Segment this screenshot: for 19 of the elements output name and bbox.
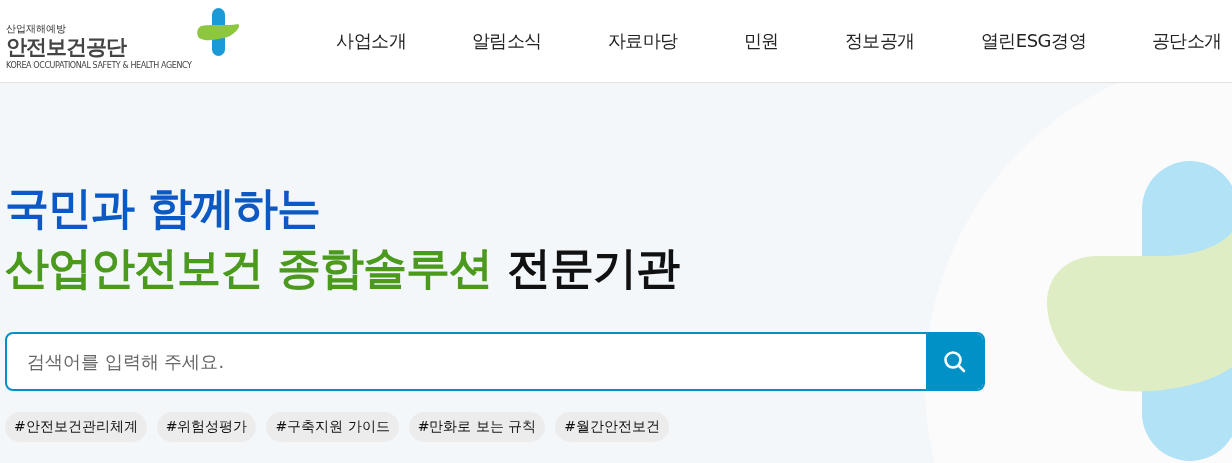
hashtag-chip[interactable]: #구축지원 가이드 (266, 412, 399, 442)
search-icon (942, 349, 967, 374)
headline: 산업안전보건 종합솔루션 전문기관 (5, 241, 681, 295)
logo-tagline: 산업재해예방 (6, 21, 67, 36)
logo-english-name: KOREA OCCUPATIONAL SAFETY & HEALTH AGENCY (6, 61, 192, 70)
hashtag-chip[interactable]: #월간안전보건 (555, 412, 670, 442)
logo-name: 안전보건공단 (6, 35, 128, 58)
hashtag-chip[interactable]: #안전보건관리체계 (5, 412, 147, 442)
nav-link[interactable]: 자료마당 (607, 29, 678, 53)
nav-link[interactable]: 열린ESG경영 (980, 29, 1086, 53)
search-button[interactable] (926, 334, 983, 389)
nav-link[interactable]: 민원 (743, 29, 779, 53)
nav-link[interactable]: 사업소개 (336, 29, 406, 53)
nav-link[interactable]: 정보공개 (844, 29, 915, 53)
nav-link[interactable]: 알림소식 (471, 29, 542, 53)
headline: 국민과 함께하는 (5, 181, 322, 235)
nav-link[interactable]: 공단소개 (1151, 29, 1222, 53)
hashtag-chip[interactable]: #만화로 보는 규칙 (408, 412, 546, 442)
hashtag-chip[interactable]: #위험성평가 (156, 412, 257, 442)
